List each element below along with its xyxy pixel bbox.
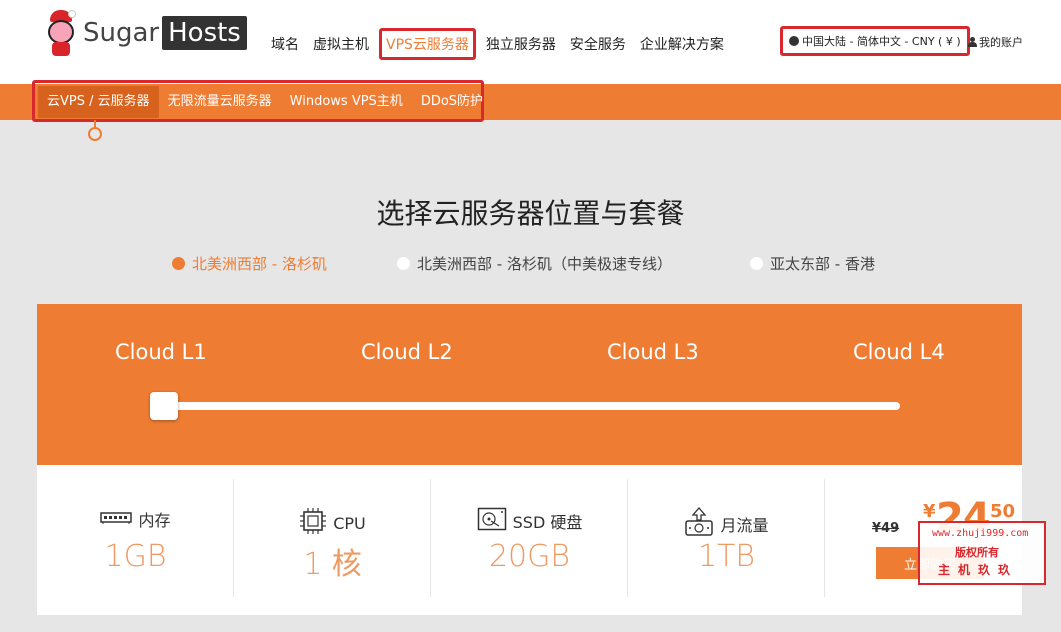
location-option-hk[interactable]: 亚太东部 - 香港 — [750, 253, 875, 274]
nav-item-dedicated-server[interactable]: 独立服务器 — [486, 34, 556, 54]
watermark-brand: 主机玖玖 — [938, 563, 1019, 577]
plan-slider-track[interactable] — [160, 402, 900, 410]
plan-option-cloud-l2[interactable]: Cloud L2 — [361, 340, 453, 364]
plan-specs: 内存 1GB CPU 1 核 SSD 硬盘 20GB 月流量 1TB ¥ 24 … — [37, 465, 1022, 615]
subnav-item-ddos[interactable]: DDoS防护 — [412, 86, 492, 118]
santa-mascot-icon — [44, 10, 78, 56]
watermark-stamp: www.zhuji999.com 版权所有 主机玖玖 — [918, 521, 1046, 585]
spec-label: CPU — [333, 513, 366, 533]
product-subnav: 云VPS / 云服务器 无限流量云服务器 Windows VPS主机 DDoS防… — [38, 86, 492, 118]
account-label: 我的账户 — [979, 36, 1023, 49]
nav-item-domain[interactable]: 域名 — [271, 34, 299, 54]
location-label: 北美洲西部 - 洛杉矶 — [192, 255, 327, 273]
spec-cpu: CPU 1 核 — [234, 479, 431, 597]
traffic-icon — [684, 507, 714, 541]
spec-value: 1 核 — [303, 547, 362, 582]
spec-ssd: SSD 硬盘 20GB — [431, 479, 628, 597]
radio-dot-icon — [172, 257, 185, 270]
sugarhosts-logo[interactable]: Sugar Hosts — [44, 10, 247, 56]
radio-dot-icon — [750, 257, 763, 270]
price-cents: 50 — [990, 501, 1016, 522]
location-option-la[interactable]: 北美洲西部 - 洛杉矶 — [172, 253, 327, 274]
original-price: ¥49 — [872, 521, 900, 536]
spec-label: 月流量 — [720, 516, 769, 535]
ram-icon — [100, 510, 133, 529]
location-label: 亚太东部 - 香港 — [770, 255, 875, 273]
plan-option-cloud-l4[interactable]: Cloud L4 — [853, 340, 945, 364]
user-icon — [968, 37, 977, 47]
location-option-la-cn2[interactable]: 北美洲西部 - 洛杉矶（中美极速专线） — [397, 253, 672, 274]
plan-option-cloud-l3[interactable]: Cloud L3 — [607, 340, 699, 364]
globe-icon — [789, 36, 799, 46]
price-currency: ¥ — [923, 501, 936, 522]
spec-value: 1TB — [697, 539, 756, 574]
spec-value: 20GB — [488, 539, 571, 574]
region-label: 中国大陆 - 简体中文 - CNY ( ¥ ) — [802, 35, 961, 48]
subnav-item-cloud-vps[interactable]: 云VPS / 云服务器 — [38, 86, 159, 118]
nav-item-security[interactable]: 安全服务 — [570, 34, 626, 54]
spec-label: SSD 硬盘 — [512, 513, 583, 532]
spec-label: 内存 — [138, 511, 171, 530]
plan-slider-panel: Cloud L1 Cloud L2 Cloud L3 Cloud L4 — [37, 304, 1022, 465]
spec-value: 1GB — [104, 539, 167, 574]
main-nav: 域名 虚拟主机 VPS云服务器 独立服务器 安全服务 企业解决方案 — [264, 28, 731, 60]
site-header: Sugar Hosts 域名 虚拟主机 VPS云服务器 独立服务器 安全服务 企… — [0, 0, 1061, 84]
cpu-icon — [299, 507, 327, 539]
location-label: 北美洲西部 - 洛杉矶（中美极速专线） — [417, 255, 672, 273]
subnav-item-windows-vps[interactable]: Windows VPS主机 — [281, 86, 412, 118]
watermark-copyright: 版权所有 — [955, 546, 999, 559]
location-selector: 北美洲西部 - 洛杉矶 北美洲西部 - 洛杉矶（中美极速专线） 亚太东部 - 香… — [0, 253, 1061, 277]
spec-traffic: 月流量 1TB — [628, 479, 825, 597]
logo-text-hosts: Hosts — [162, 16, 247, 50]
logo-text-sugar: Sugar — [83, 18, 160, 48]
nav-item-enterprise[interactable]: 企业解决方案 — [640, 34, 724, 54]
subnav-item-unlimited-traffic[interactable]: 无限流量云服务器 — [159, 86, 281, 118]
radio-dot-icon — [397, 257, 410, 270]
page-title: 选择云服务器位置与套餐 — [376, 197, 685, 230]
my-account-link[interactable]: 我的账户 — [968, 34, 1023, 50]
ssd-icon — [477, 507, 507, 535]
subnav-pointer-dot — [88, 127, 102, 141]
plan-option-cloud-l1[interactable]: Cloud L1 — [115, 340, 207, 364]
plan-slider-handle[interactable] — [150, 392, 178, 420]
spec-memory: 内存 1GB — [37, 479, 234, 597]
watermark-url: www.zhuji999.com — [932, 528, 1029, 539]
region-language-currency-selector[interactable]: 中国大陆 - 简体中文 - CNY ( ¥ ) — [780, 26, 970, 56]
nav-item-vps-cloud[interactable]: VPS云服务器 — [379, 28, 476, 60]
nav-item-shared-hosting[interactable]: 虚拟主机 — [313, 34, 369, 54]
